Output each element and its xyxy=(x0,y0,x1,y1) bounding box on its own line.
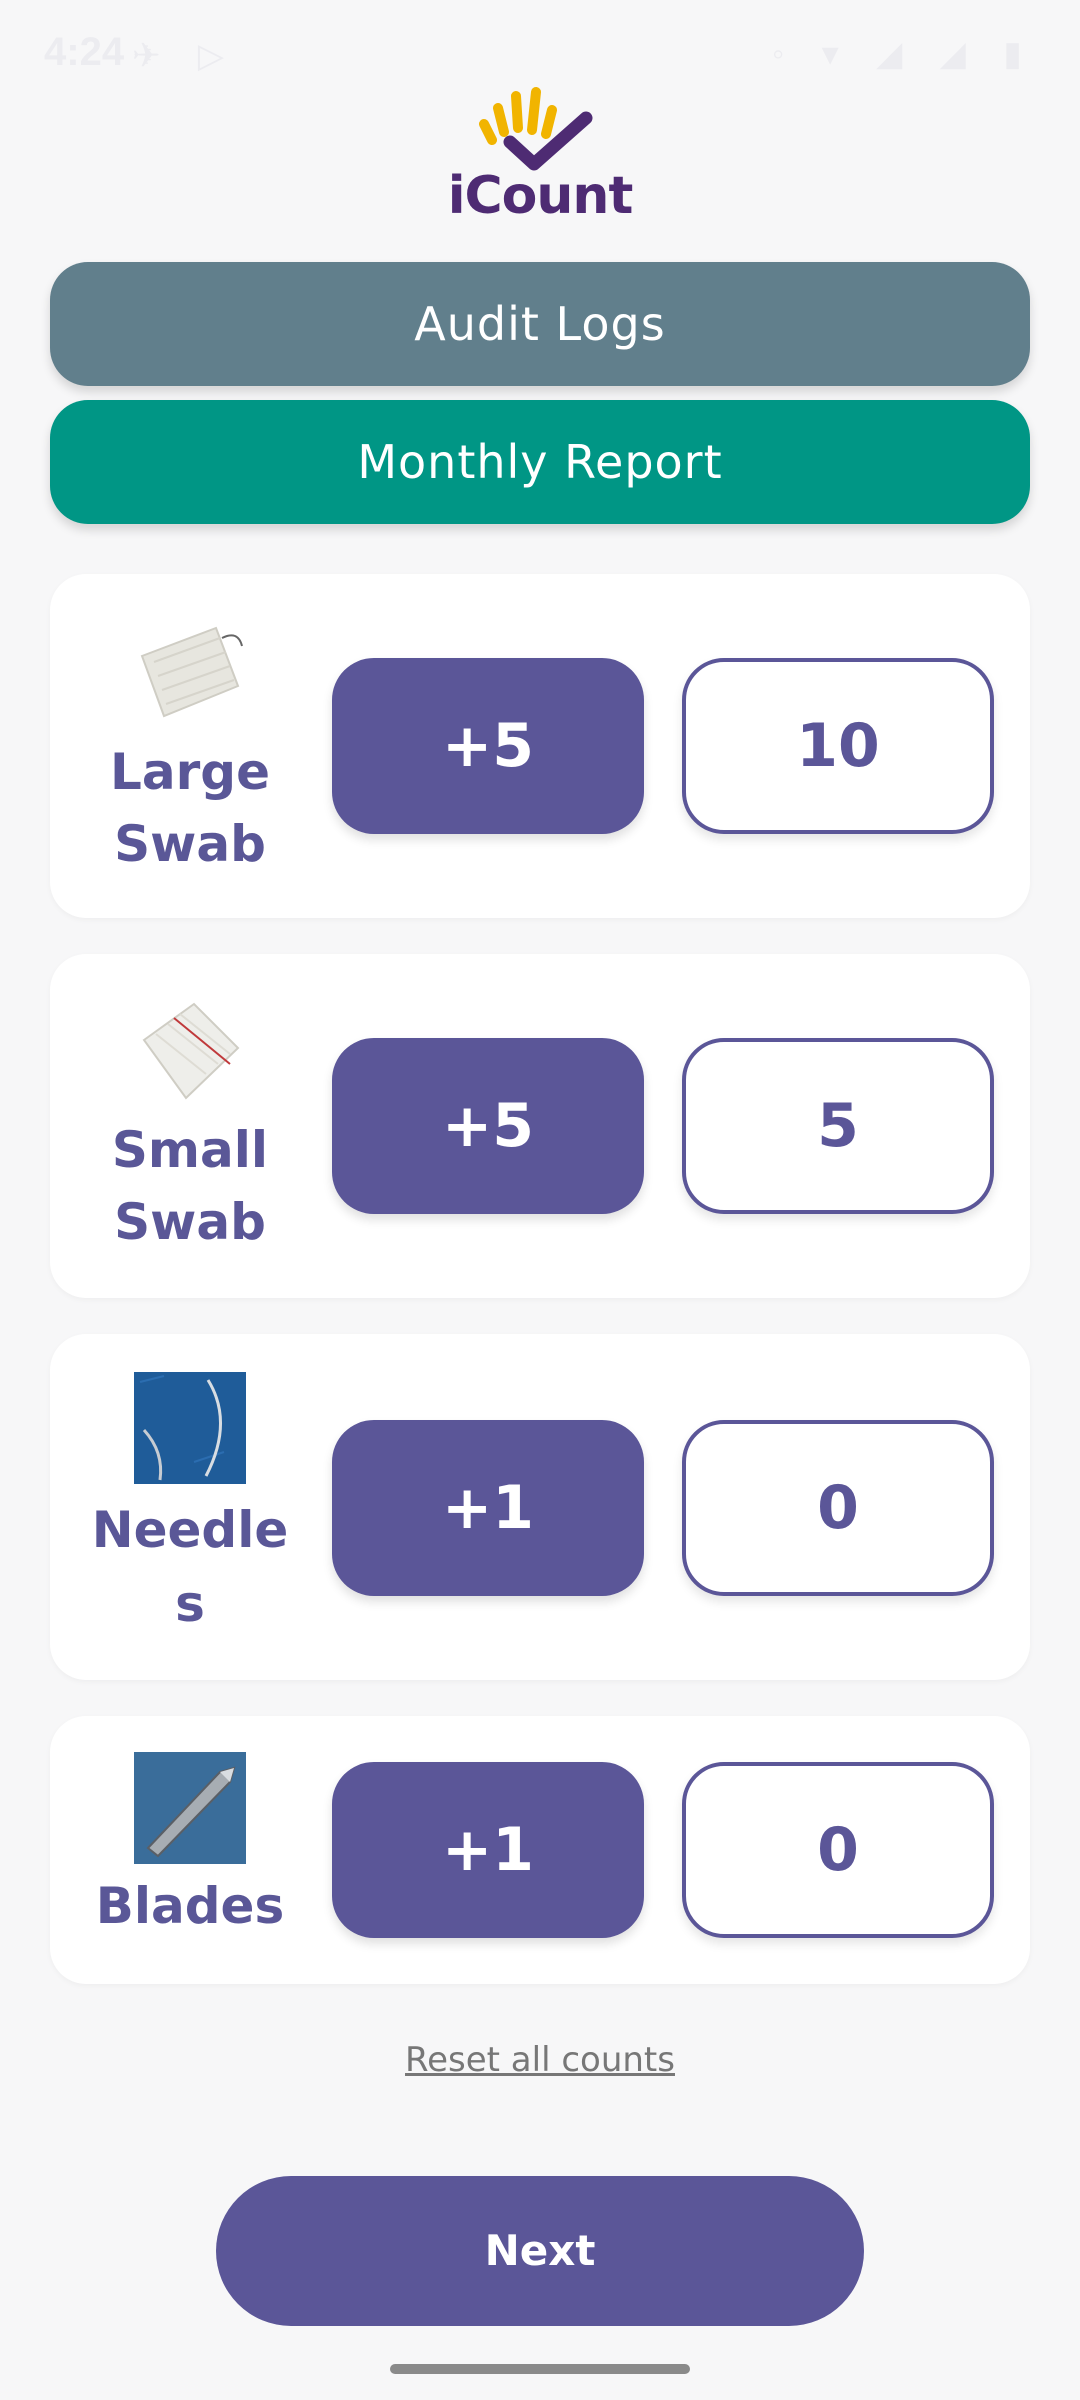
audit-logs-button[interactable]: Audit Logs xyxy=(50,262,1030,386)
notification-icons: ✈ ▷ xyxy=(132,37,239,75)
small-swab-image xyxy=(134,994,246,1106)
small-swab-label-line2: Swab xyxy=(114,1193,266,1251)
logo-hand-check-icon xyxy=(479,87,593,171)
item-card-small-swab: Small Swab +5 5 xyxy=(50,954,1030,1298)
blades-label: Blades xyxy=(95,1877,285,1935)
item-card-large-swab: Large Swab +5 10 xyxy=(50,574,1030,918)
next-button[interactable]: Next xyxy=(216,2176,864,2326)
small-swab-count[interactable]: 5 xyxy=(682,1038,994,1214)
item-card-needles: Needle s +1 0 xyxy=(50,1334,1030,1680)
item-card-blades: Blades +1 0 xyxy=(50,1716,1030,1984)
blades-count[interactable]: 0 xyxy=(682,1762,994,1938)
system-status-icons: ◦ ▾ ◢ ◢ ▮ xyxy=(772,35,1036,73)
large-swab-add-button[interactable]: +5 xyxy=(332,658,644,834)
logo-wordmark: iCount xyxy=(447,166,634,226)
blades-add-button[interactable]: +1 xyxy=(332,1762,644,1938)
large-swab-label-line2: Swab xyxy=(114,815,266,873)
monthly-report-button[interactable]: Monthly Report xyxy=(50,400,1030,524)
app-logo: iCount xyxy=(440,84,640,226)
needles-add-button[interactable]: +1 xyxy=(332,1420,644,1596)
status-time: 4:24 xyxy=(44,30,125,74)
small-swab-label-line1: Small xyxy=(111,1121,269,1179)
large-swab-image xyxy=(134,616,246,728)
home-indicator[interactable] xyxy=(390,2364,690,2374)
needles-image xyxy=(134,1372,246,1484)
needles-label-line2: s xyxy=(175,1575,205,1633)
large-swab-label-line1: Large xyxy=(110,743,270,801)
needles-label-line1: Needle xyxy=(91,1501,289,1559)
small-swab-add-button[interactable]: +5 xyxy=(332,1038,644,1214)
blades-image xyxy=(134,1752,246,1864)
reset-all-counts-link[interactable]: Reset all counts xyxy=(0,2040,1080,2080)
needles-count[interactable]: 0 xyxy=(682,1420,994,1596)
large-swab-count[interactable]: 10 xyxy=(682,658,994,834)
